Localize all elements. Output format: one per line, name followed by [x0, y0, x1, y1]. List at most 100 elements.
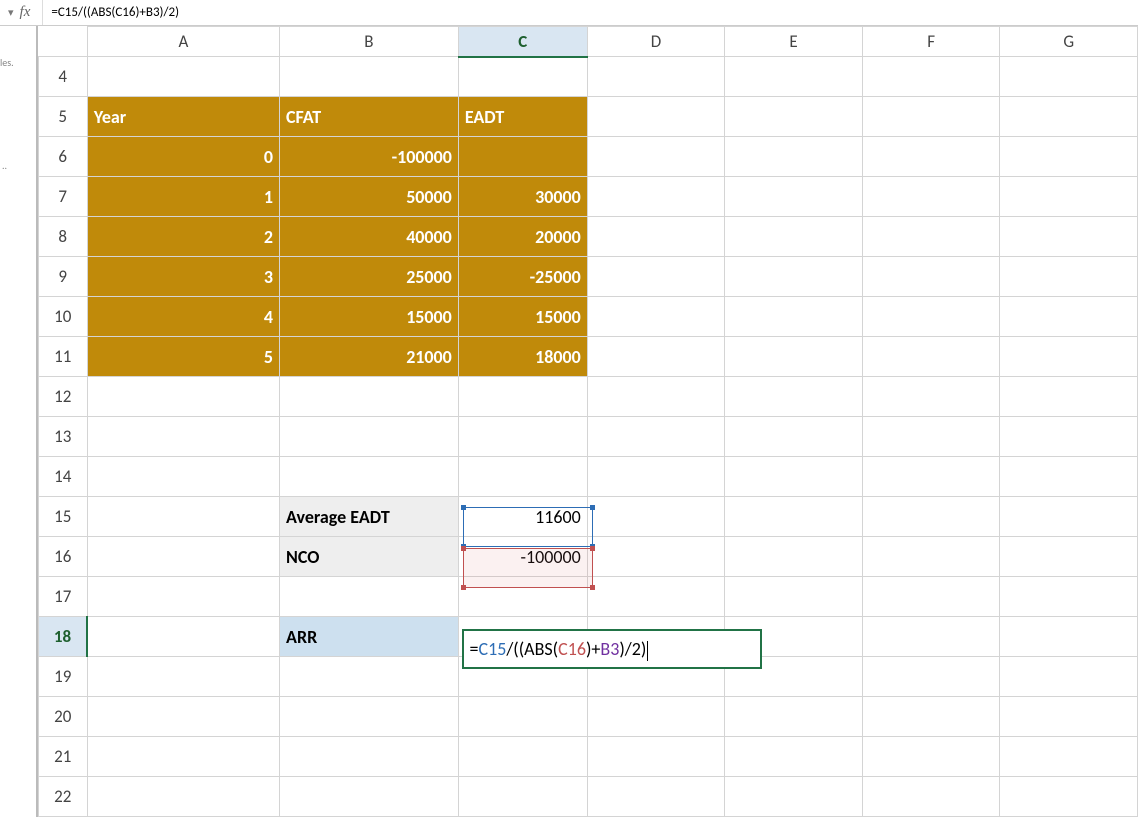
cell-E9[interactable] — [725, 257, 863, 297]
cell-F18[interactable] — [862, 617, 1000, 657]
cell-F20[interactable] — [862, 697, 1000, 737]
cell-A13[interactable] — [87, 417, 279, 457]
cell-G5[interactable] — [1000, 97, 1138, 137]
cell-B19[interactable] — [280, 657, 459, 697]
cell-B14[interactable] — [280, 457, 459, 497]
cell-D11[interactable] — [587, 337, 725, 377]
cell-G22[interactable] — [1000, 777, 1138, 817]
row-header-5[interactable]: 5 — [38, 97, 87, 137]
row-header-18[interactable]: 18 — [38, 617, 87, 657]
cell-C16[interactable]: -100000 — [458, 537, 587, 577]
row-header-4[interactable]: 4 — [38, 57, 87, 97]
col-header-G[interactable]: G — [1000, 27, 1138, 57]
cell-F7[interactable] — [862, 177, 1000, 217]
active-cell-editor[interactable]: =C15/((ABS(C16)+B3)/2) — [462, 629, 762, 669]
cell-D20[interactable] — [587, 697, 725, 737]
cell-B9[interactable]: 25000 — [280, 257, 459, 297]
cell-A9[interactable]: 3 — [87, 257, 279, 297]
row-header-13[interactable]: 13 — [38, 417, 87, 457]
fx-label[interactable]: fx — [20, 4, 35, 21]
cell-G12[interactable] — [1000, 377, 1138, 417]
col-header-D[interactable]: D — [587, 27, 725, 57]
row-header-21[interactable]: 21 — [38, 737, 87, 777]
cell-F19[interactable] — [862, 657, 1000, 697]
cell-E8[interactable] — [725, 217, 863, 257]
row-header-12[interactable]: 12 — [38, 377, 87, 417]
cell-D22[interactable] — [587, 777, 725, 817]
row-header-11[interactable]: 11 — [38, 337, 87, 377]
cell-B8[interactable]: 40000 — [280, 217, 459, 257]
cell-A6[interactable]: 0 — [87, 137, 279, 177]
cell-A14[interactable] — [87, 457, 279, 497]
cell-D5[interactable] — [587, 97, 725, 137]
cell-E10[interactable] — [725, 297, 863, 337]
row-header-14[interactable]: 14 — [38, 457, 87, 497]
col-header-F[interactable]: F — [862, 27, 1000, 57]
formula-input[interactable] — [42, 0, 1138, 25]
row-header-16[interactable]: 16 — [38, 537, 87, 577]
cell-C20[interactable] — [458, 697, 587, 737]
cell-F9[interactable] — [862, 257, 1000, 297]
cell-C4[interactable] — [458, 57, 587, 97]
cell-A21[interactable] — [87, 737, 279, 777]
row-header-10[interactable]: 10 — [38, 297, 87, 337]
cell-F17[interactable] — [862, 577, 1000, 617]
cell-F21[interactable] — [862, 737, 1000, 777]
cell-D21[interactable] — [587, 737, 725, 777]
cell-F22[interactable] — [862, 777, 1000, 817]
cell-E14[interactable] — [725, 457, 863, 497]
cell-B15[interactable]: Average EADT — [280, 497, 459, 537]
cell-C7[interactable]: 30000 — [458, 177, 587, 217]
cell-F4[interactable] — [862, 57, 1000, 97]
cell-B5[interactable]: CFAT — [280, 97, 459, 137]
cell-F12[interactable] — [862, 377, 1000, 417]
cell-E5[interactable] — [725, 97, 863, 137]
cell-G19[interactable] — [1000, 657, 1138, 697]
cell-E22[interactable] — [725, 777, 863, 817]
cell-G7[interactable] — [1000, 177, 1138, 217]
cell-A11[interactable]: 5 — [87, 337, 279, 377]
cell-G4[interactable] — [1000, 57, 1138, 97]
cell-E6[interactable] — [725, 137, 863, 177]
cell-F16[interactable] — [862, 537, 1000, 577]
cell-F8[interactable] — [862, 217, 1000, 257]
cell-C15[interactable]: 11600 — [458, 497, 587, 537]
cell-G14[interactable] — [1000, 457, 1138, 497]
cell-C17[interactable] — [458, 577, 587, 617]
cell-B16[interactable]: NCO — [280, 537, 459, 577]
cell-G11[interactable] — [1000, 337, 1138, 377]
spreadsheet-grid[interactable]: A B C D E F G 4 — [38, 26, 1138, 817]
col-header-B[interactable]: B — [280, 27, 459, 57]
cell-F6[interactable] — [862, 137, 1000, 177]
cell-G6[interactable] — [1000, 137, 1138, 177]
cell-D15[interactable] — [587, 497, 725, 537]
cell-G8[interactable] — [1000, 217, 1138, 257]
row-header-8[interactable]: 8 — [38, 217, 87, 257]
row-header-19[interactable]: 19 — [38, 657, 87, 697]
cell-D17[interactable] — [587, 577, 725, 617]
cell-D8[interactable] — [587, 217, 725, 257]
cell-E4[interactable] — [725, 57, 863, 97]
cell-E21[interactable] — [725, 737, 863, 777]
cell-F15[interactable] — [862, 497, 1000, 537]
row-header-6[interactable]: 6 — [38, 137, 87, 177]
cell-D16[interactable] — [587, 537, 725, 577]
cell-B6[interactable]: -100000 — [280, 137, 459, 177]
cell-E7[interactable] — [725, 177, 863, 217]
cell-G10[interactable] — [1000, 297, 1138, 337]
cell-A15[interactable] — [87, 497, 279, 537]
cell-E16[interactable] — [725, 537, 863, 577]
cell-B10[interactable]: 15000 — [280, 297, 459, 337]
cell-D6[interactable] — [587, 137, 725, 177]
cell-B11[interactable]: 21000 — [280, 337, 459, 377]
col-header-C[interactable]: C — [458, 27, 587, 57]
cell-B17[interactable] — [280, 577, 459, 617]
cell-E11[interactable] — [725, 337, 863, 377]
cell-B18[interactable]: ARR — [280, 617, 459, 657]
cell-G9[interactable] — [1000, 257, 1138, 297]
cell-A16[interactable] — [87, 537, 279, 577]
select-all-corner[interactable] — [38, 27, 87, 57]
col-header-E[interactable]: E — [725, 27, 863, 57]
cell-B21[interactable] — [280, 737, 459, 777]
cell-G20[interactable] — [1000, 697, 1138, 737]
